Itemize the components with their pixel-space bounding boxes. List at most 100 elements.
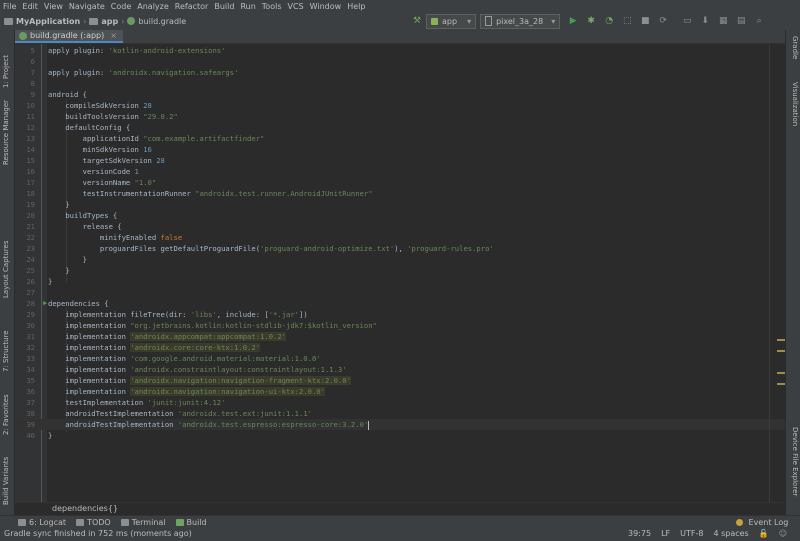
code-line[interactable]: 31 implementation 'androidx.appcompat:ap… — [15, 331, 785, 342]
caret-position[interactable]: 39:75 — [628, 529, 651, 538]
run-icon[interactable]: ▶ — [566, 14, 580, 28]
line-separator[interactable]: LF — [661, 529, 670, 538]
line-number[interactable]: 7 — [15, 67, 35, 78]
code-line[interactable]: 37 testImplementation 'junit:junit:4.12' — [15, 397, 785, 408]
menu-run[interactable]: Run — [237, 2, 258, 11]
line-number[interactable]: 30 — [15, 320, 35, 331]
project-structure-icon[interactable]: ▤ — [734, 14, 748, 28]
event-log-button[interactable]: Event Log — [736, 518, 788, 527]
hammer-icon[interactable]: ⚒ — [410, 14, 424, 28]
code-line[interactable]: 36 implementation 'androidx.navigation:n… — [15, 386, 785, 397]
code-line[interactable]: 24 } — [15, 254, 785, 265]
code-line[interactable]: 40} — [15, 430, 785, 441]
code-line[interactable]: 5 apply plugin: 'kotlin-android-extension… — [15, 45, 785, 56]
code-line[interactable]: 6 — [15, 56, 785, 67]
debug-icon[interactable]: ✱ — [584, 14, 598, 28]
warning-marker[interactable] — [777, 383, 785, 385]
line-number[interactable]: 35 — [15, 375, 35, 386]
line-number[interactable]: 37 — [15, 397, 35, 408]
code-line[interactable]: 12 defaultConfig { — [15, 122, 785, 133]
breadcrumb-project[interactable]: MyApplication — [16, 17, 80, 26]
code-line[interactable]: 25 } — [15, 265, 785, 276]
line-number[interactable]: 8 — [15, 78, 35, 89]
code-line[interactable]: 30 implementation "org.jetbrains.kotlin:… — [15, 320, 785, 331]
line-number[interactable]: 5 — [15, 45, 35, 56]
breadcrumb-module[interactable]: app — [101, 17, 118, 26]
sync-icon[interactable]: ⟳ — [656, 14, 670, 28]
line-number[interactable]: 23 — [15, 243, 35, 254]
line-number[interactable]: 31 — [15, 331, 35, 342]
line-number[interactable]: 33 — [15, 353, 35, 364]
project-tool-tab[interactable]: 1: Project — [2, 55, 10, 88]
line-number[interactable]: 9 — [15, 89, 35, 100]
code-line[interactable]: 22 minifyEnabled false — [15, 232, 785, 243]
code-line[interactable]: 26} — [15, 276, 785, 287]
menu-vcs[interactable]: VCS — [285, 2, 307, 11]
code-line[interactable]: 33 implementation 'com.google.android.ma… — [15, 353, 785, 364]
menu-help[interactable]: Help — [344, 2, 368, 11]
close-icon[interactable]: × — [110, 31, 117, 40]
avd-manager-icon[interactable]: ▭ — [680, 14, 694, 28]
code-line[interactable]: 16 versionCode 1 — [15, 166, 785, 177]
menu-edit[interactable]: Edit — [19, 2, 41, 11]
line-number[interactable]: 10 — [15, 100, 35, 111]
device-file-explorer-tool-tab[interactable]: Device File Explorer — [791, 427, 799, 496]
line-number[interactable]: 20 — [15, 210, 35, 221]
line-number[interactable]: 15 — [15, 155, 35, 166]
line-number[interactable]: 40 — [15, 430, 35, 441]
warning-marker[interactable] — [777, 339, 785, 341]
breadcrumb-file[interactable]: build.gradle — [138, 17, 186, 26]
file-encoding[interactable]: UTF-8 — [680, 529, 703, 538]
code-editor[interactable]: 5 apply plugin: 'kotlin-android-extension… — [15, 44, 785, 502]
line-number[interactable]: 22 — [15, 232, 35, 243]
code-area[interactable]: 5 apply plugin: 'kotlin-android-extension… — [15, 44, 785, 502]
menu-refactor[interactable]: Refactor — [172, 2, 212, 11]
run-config-select[interactable]: app ▾ — [426, 13, 477, 29]
menu-view[interactable]: View — [41, 2, 66, 11]
gradle-tool-tab[interactable]: Gradle — [791, 36, 799, 59]
code-line[interactable]: 7 apply plugin: 'androidx.navigation.safe… — [15, 67, 785, 78]
line-number[interactable]: 27 — [15, 287, 35, 298]
line-number[interactable]: 39 — [15, 419, 35, 430]
code-line[interactable]: 23 proguardFiles getDefaultProguardFile(… — [15, 243, 785, 254]
indent-setting[interactable]: 4 spaces — [713, 529, 748, 538]
sdk-manager-icon[interactable]: ⬇ — [698, 14, 712, 28]
code-line[interactable]: 34 implementation 'androidx.constraintla… — [15, 364, 785, 375]
menu-file[interactable]: File — [0, 2, 19, 11]
line-number[interactable]: 32 — [15, 342, 35, 353]
line-number[interactable]: 11 — [15, 111, 35, 122]
editor-breadcrumb[interactable]: dependencies{} — [52, 504, 118, 513]
build-variants-tool-tab[interactable]: Build Variants — [2, 457, 10, 505]
stop-icon[interactable]: ■ — [638, 14, 652, 28]
code-line[interactable]: 29 implementation fileTree(dir: 'libs', … — [15, 309, 785, 320]
line-number[interactable]: 24 — [15, 254, 35, 265]
line-number[interactable]: 38 — [15, 408, 35, 419]
line-number[interactable]: 12 — [15, 122, 35, 133]
code-line[interactable]: 32 implementation 'androidx.core:core-kt… — [15, 342, 785, 353]
layout-captures-tool-tab[interactable]: Layout Captures — [2, 240, 10, 298]
warning-marker[interactable] — [777, 372, 785, 374]
menu-code[interactable]: Code — [108, 2, 134, 11]
code-line[interactable]: 27 — [15, 287, 785, 298]
code-line[interactable]: 10 compileSdkVersion 28 — [15, 100, 785, 111]
error-stripe[interactable] — [777, 44, 785, 502]
attach-debugger-icon[interactable]: ⬚ — [620, 14, 634, 28]
line-number[interactable]: 25 — [15, 265, 35, 276]
editor-tab[interactable]: build.gradle (:app) × — [15, 30, 123, 43]
lock-icon[interactable]: 🔓 — [759, 529, 769, 538]
line-number[interactable]: 29 — [15, 309, 35, 320]
profile-icon[interactable]: ◔ — [602, 14, 616, 28]
code-line[interactable]: 11 buildToolsVersion "29.0.2" — [15, 111, 785, 122]
line-number[interactable]: 19 — [15, 199, 35, 210]
todo-tool-button[interactable]: TODO — [76, 518, 111, 527]
menu-analyze[interactable]: Analyze — [134, 2, 172, 11]
menu-build[interactable]: Build — [211, 2, 237, 11]
code-line[interactable]: 14 minSdkVersion 16 — [15, 144, 785, 155]
favorites-tool-tab[interactable]: 2: Favorites — [2, 394, 10, 435]
structure-tool-tab[interactable]: 7: Structure — [2, 330, 10, 372]
resource-manager-tool-tab[interactable]: Resource Manager — [2, 100, 10, 165]
code-line[interactable]: 38 androidTestImplementation 'androidx.t… — [15, 408, 785, 419]
line-number[interactable]: 6 — [15, 56, 35, 67]
code-line[interactable]: 39 androidTestImplementation 'androidx.t… — [15, 419, 785, 430]
menu-navigate[interactable]: Navigate — [66, 2, 108, 11]
